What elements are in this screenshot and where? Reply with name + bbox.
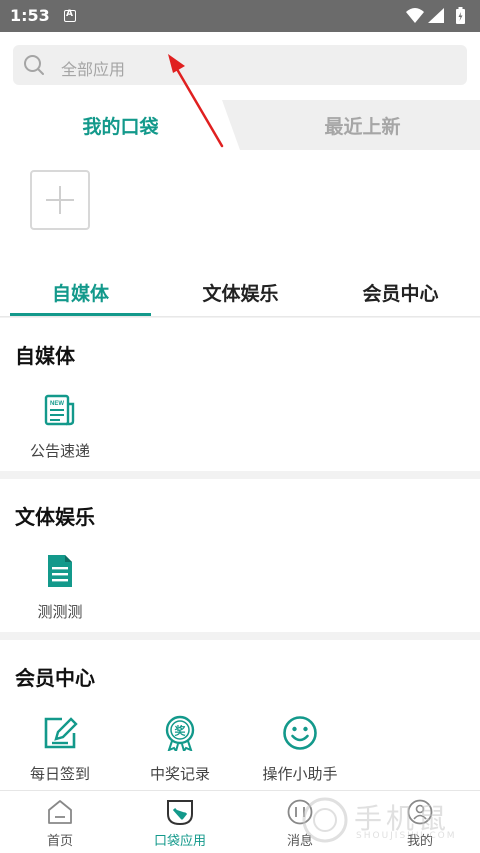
app-label: 测测测 xyxy=(37,603,83,621)
annotation-arrow xyxy=(168,54,224,148)
tab-self-media[interactable]: 自媒体 xyxy=(10,267,151,317)
home-icon xyxy=(48,800,72,824)
app-label: 每日签到 xyxy=(29,765,90,783)
tab-pocket-apps[interactable]: 口袋应用 xyxy=(120,791,240,853)
search-icon xyxy=(24,55,44,75)
site-watermark: 手机鼠 SHOUJISHU.COM xyxy=(300,795,470,845)
app-prize-record[interactable]: 奖 中奖记录 xyxy=(130,715,230,795)
svg-text:奖: 奖 xyxy=(175,724,187,738)
system-status-icons xyxy=(406,7,465,24)
app-announcement[interactable]: NEW 公告速递 xyxy=(10,392,110,472)
tab-member-center[interactable]: 会员中心 xyxy=(330,267,471,317)
page: 全部应用 我的口袋 最近上新 自媒体 文体娱乐 会员中心 自媒体 NEW 公告速… xyxy=(0,32,480,853)
active-tab-indicator xyxy=(10,313,151,316)
tab-label: 口袋应用 xyxy=(153,834,206,849)
tab-sports-entertainment[interactable]: 文体娱乐 xyxy=(170,267,311,317)
search-placeholder: 全部应用 xyxy=(61,60,126,79)
app-operation-helper[interactable]: 操作小助手 xyxy=(250,715,350,795)
battery-icon xyxy=(456,7,465,24)
section-title: 文体娱乐 xyxy=(15,505,95,529)
app-test[interactable]: 测测测 xyxy=(10,553,110,633)
section-self-media: 自媒体 NEW 公告速递 xyxy=(0,318,480,471)
section-title: 自媒体 xyxy=(15,344,75,368)
app-label: 操作小助手 xyxy=(262,765,338,783)
pocket-icon xyxy=(167,800,193,826)
my-pocket-panel: 我的口袋 最近上新 xyxy=(0,100,480,286)
wifi-icon xyxy=(406,8,424,23)
search-input[interactable]: 全部应用 xyxy=(13,45,467,85)
app-label: 公告速递 xyxy=(29,442,90,460)
tab-label: 首页 xyxy=(46,834,73,849)
status-bar: 1:53 xyxy=(0,0,480,32)
app-label: 中奖记录 xyxy=(149,765,210,783)
notification-a-icon xyxy=(64,9,76,22)
sign-in-edit-icon xyxy=(44,717,78,749)
search-area: 全部应用 xyxy=(0,32,480,100)
tab-recently-new[interactable]: 最近上新 xyxy=(245,100,480,150)
section-title: 会员中心 xyxy=(15,666,95,690)
newspaper-icon: NEW xyxy=(44,394,75,426)
svg-text:NEW: NEW xyxy=(50,401,64,407)
add-app-button[interactable] xyxy=(30,170,90,230)
smiley-icon xyxy=(283,716,317,750)
cellular-icon xyxy=(428,8,444,23)
tab-home[interactable]: 首页 xyxy=(0,791,120,853)
prize-medal-icon: 奖 xyxy=(165,715,195,751)
watermark-logo-icon xyxy=(302,797,348,843)
watermark-subtext: SHOUJISHU.COM xyxy=(356,831,457,841)
section-sports-entertainment: 文体娱乐 测测测 xyxy=(0,479,480,632)
app-daily-checkin[interactable]: 每日签到 xyxy=(10,715,110,795)
status-time: 1:53 xyxy=(10,6,50,25)
document-icon xyxy=(48,555,72,587)
category-tabs: 自媒体 文体娱乐 会员中心 xyxy=(0,267,480,317)
